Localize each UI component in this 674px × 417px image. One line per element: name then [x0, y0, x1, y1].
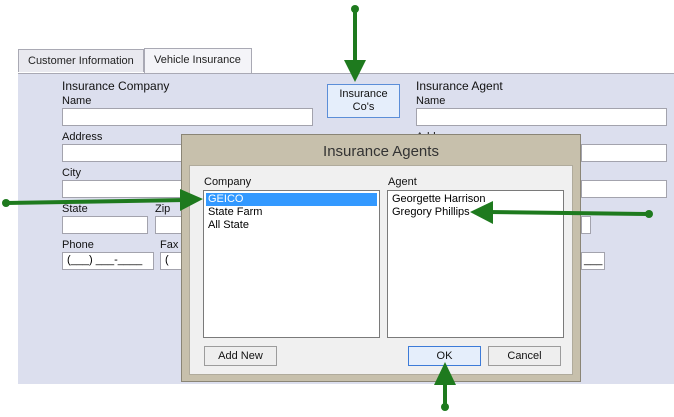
arrow-to-ok-button: [434, 362, 456, 411]
arrow-to-geico-item: [2, 189, 203, 211]
arrow-to-gregory-phillips-item: [470, 201, 653, 224]
arrow-to-insurance-cos-button: [344, 5, 366, 82]
annotation-arrows: [2, 5, 653, 411]
